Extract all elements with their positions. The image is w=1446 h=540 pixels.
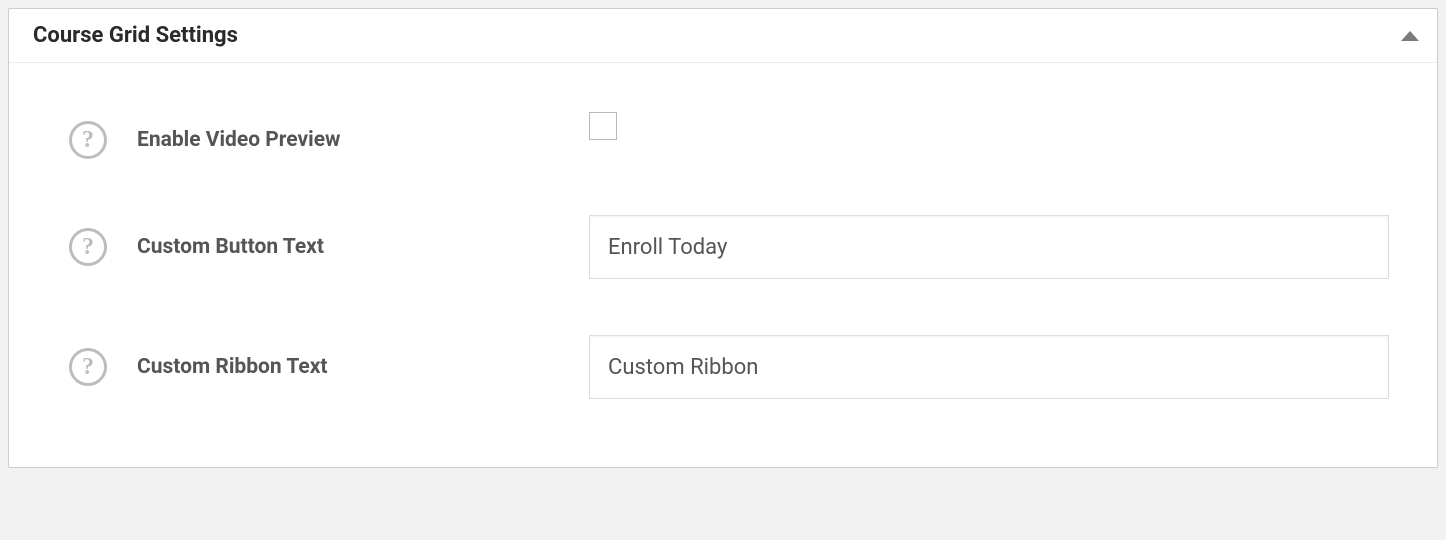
help-icon[interactable]: ?: [69, 348, 107, 386]
panel-title: Course Grid Settings: [33, 23, 238, 48]
row-label-wrap: ? Custom Button Text: [69, 228, 589, 266]
row-enable-video-preview: ? Enable Video Preview: [69, 93, 1397, 187]
enable-video-preview-checkbox[interactable]: [589, 112, 617, 140]
help-icon[interactable]: ?: [69, 228, 107, 266]
course-grid-settings-panel: Course Grid Settings ? Enable Video Prev…: [8, 8, 1438, 468]
panel-header: Course Grid Settings: [9, 9, 1437, 63]
custom-button-text-label: Custom Button Text: [137, 235, 324, 259]
row-control: [589, 215, 1397, 279]
row-label-wrap: ? Custom Ribbon Text: [69, 348, 589, 386]
custom-button-text-input[interactable]: [589, 215, 1389, 279]
custom-ribbon-text-label: Custom Ribbon Text: [137, 355, 328, 379]
panel-body: ? Enable Video Preview ? Custom Button T…: [9, 63, 1437, 467]
row-control: [589, 335, 1397, 399]
row-custom-ribbon-text: ? Custom Ribbon Text: [69, 307, 1397, 427]
collapse-toggle-icon[interactable]: [1401, 31, 1419, 41]
custom-ribbon-text-input[interactable]: [589, 335, 1389, 399]
row-custom-button-text: ? Custom Button Text: [69, 187, 1397, 307]
enable-video-preview-label: Enable Video Preview: [137, 128, 340, 152]
help-icon[interactable]: ?: [69, 121, 107, 159]
row-label-wrap: ? Enable Video Preview: [69, 121, 589, 159]
